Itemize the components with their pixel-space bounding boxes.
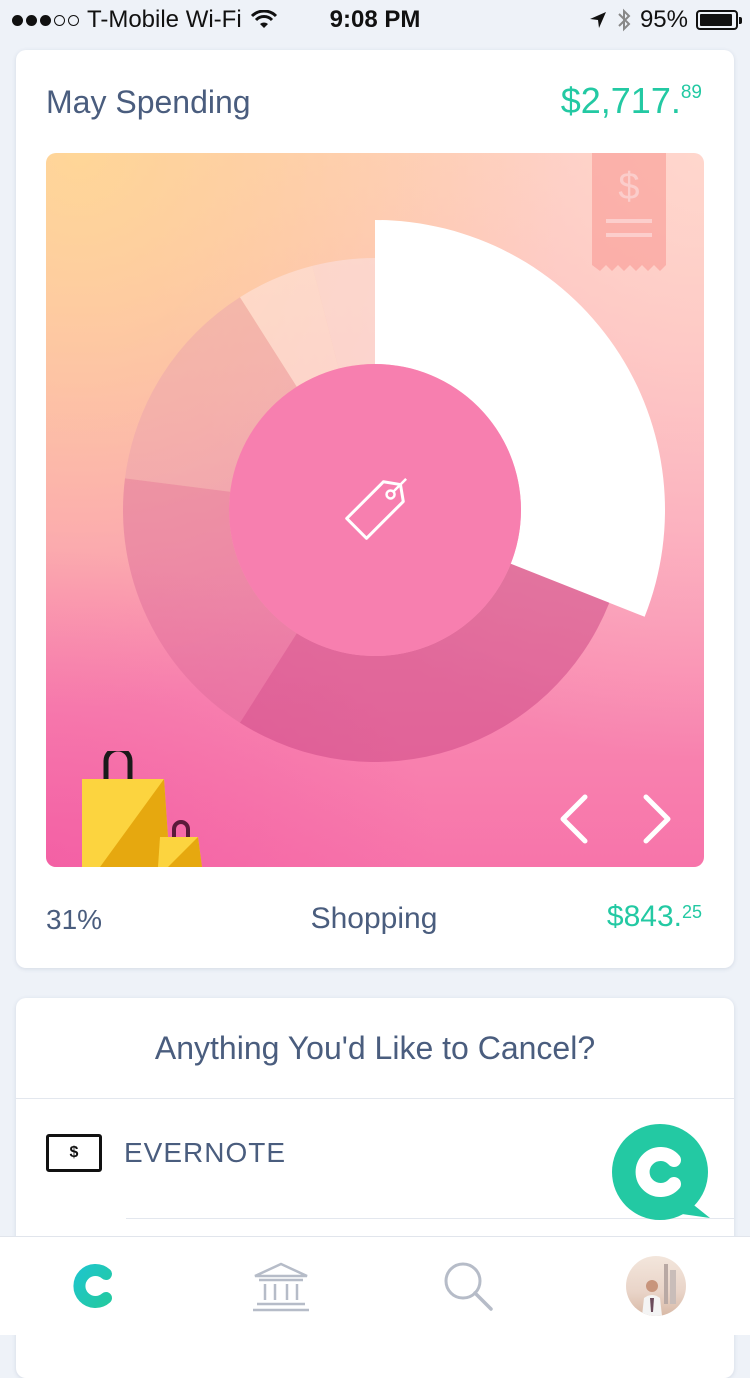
bank-icon: [253, 1262, 309, 1312]
status-bar: T-Mobile Wi-Fi 9:08 PM 95%: [0, 0, 750, 40]
subscription-name: EVERNOTE: [124, 1137, 287, 1168]
home-logo-icon: [73, 1264, 112, 1308]
spending-chart-panel: $: [46, 153, 704, 867]
spending-total-main: $2,717.: [560, 80, 681, 121]
shopping-bag-icon: [82, 751, 202, 867]
signal-strength-icon: [12, 14, 79, 26]
dollar-bill-icon: $: [46, 1134, 102, 1172]
status-right: 95%: [588, 6, 750, 34]
tab-accounts[interactable]: [221, 1237, 341, 1335]
category-amount: $843.25: [607, 900, 702, 934]
carrier-label: T-Mobile Wi-Fi: [87, 6, 242, 33]
wifi-icon: [250, 10, 277, 28]
tab-search[interactable]: [408, 1237, 528, 1335]
chevron-right-icon[interactable]: [636, 791, 680, 847]
category-amount-main: $843.: [606, 900, 682, 933]
chat-bubble-button[interactable]: [610, 1122, 712, 1224]
spending-total-cents: 89: [680, 82, 702, 103]
battery-percent: 95%: [639, 6, 688, 33]
tab-profile[interactable]: [596, 1237, 716, 1335]
spending-title: May Spending: [46, 84, 251, 120]
category-name: Shopping: [310, 902, 438, 935]
avatar-photo: [642, 1264, 676, 1316]
cancel-section-title: Anything You'd Like to Cancel?: [154, 1030, 596, 1066]
tab-bar: [0, 1236, 750, 1335]
spending-total: $2,717.89: [561, 80, 702, 122]
status-left: T-Mobile Wi-Fi: [0, 6, 278, 34]
selected-category-row: 31% Shopping $843.25: [46, 900, 702, 940]
battery-icon: [696, 10, 742, 30]
divider: [16, 1098, 734, 1099]
spending-card: May Spending $2,717.89 $ 31% Shopping $8…: [16, 50, 734, 968]
tab-home[interactable]: [32, 1237, 152, 1335]
donut-center: [229, 364, 521, 656]
bluetooth-icon: [618, 8, 631, 32]
search-icon: [444, 1262, 493, 1311]
subscription-item[interactable]: $ EVERNOTE: [46, 1134, 286, 1172]
chevron-left-icon[interactable]: [551, 791, 595, 847]
location-arrow-icon: [589, 12, 606, 28]
category-amount-cents: 25: [681, 902, 702, 922]
profile-avatar: [626, 1256, 686, 1316]
